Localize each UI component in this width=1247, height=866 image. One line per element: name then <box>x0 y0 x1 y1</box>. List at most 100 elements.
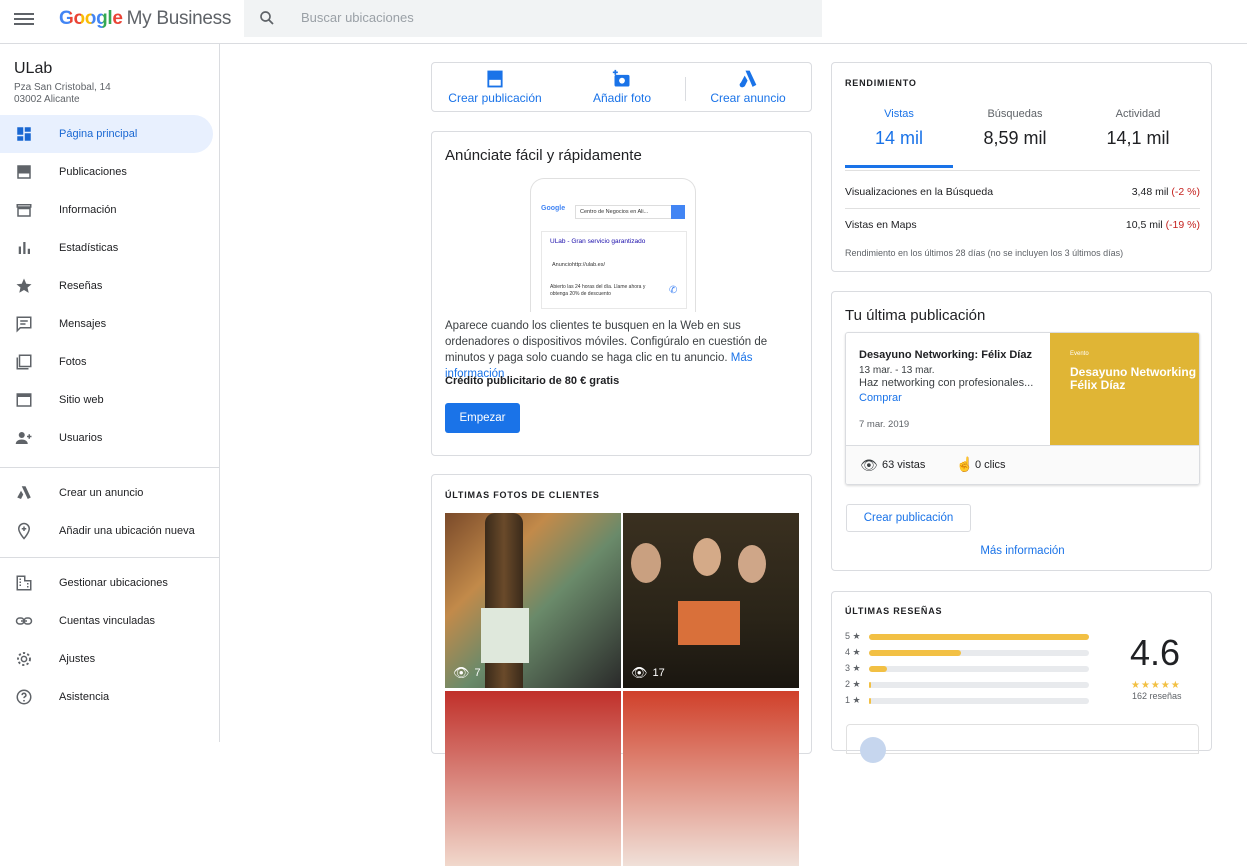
ad-body-text: Aparece cuando los clientes te busquen e… <box>445 320 768 364</box>
rating-bar-track <box>869 634 1089 640</box>
review-count: 162 reseñas <box>1132 691 1182 701</box>
search-input[interactable]: Buscar ubicaciones <box>301 10 414 25</box>
row-divider <box>845 208 1200 209</box>
rating-bar-fill <box>869 666 887 672</box>
hamburger-menu-icon[interactable] <box>14 10 34 30</box>
tab-value: 14 mil <box>874 128 923 148</box>
business-info: ULab Pza San Cristobal, 14 03002 Alicant… <box>14 60 111 106</box>
rating-bar-track <box>869 698 1089 704</box>
sidebar-item-stats[interactable]: Estadísticas <box>0 229 220 267</box>
sidebar-item-manage-locations[interactable]: Gestionar ubicaciones <box>0 564 220 602</box>
sidebar-item-users[interactable]: Usuarios <box>0 419 220 457</box>
stat-number: 3,48 mil <box>1131 186 1169 198</box>
sidebar-item-label: Publicaciones <box>59 166 127 178</box>
link-icon <box>15 617 33 625</box>
rating-bar-fill <box>869 634 1089 640</box>
post-image-title: Desayuno Networking Félix Díaz <box>1070 365 1197 392</box>
customer-photo[interactable] <box>623 691 799 866</box>
stat-value: 10,5 mil (-19 %) <box>1126 219 1200 231</box>
sidebar-item-label: Usuarios <box>59 432 103 444</box>
mock-search-box: Centro de Negocios en Ali... <box>575 205 675 219</box>
star-icon <box>16 278 32 293</box>
sidebar-item-info[interactable]: Información <box>0 191 220 229</box>
post-stats: 👁 63 vistas ☝ 0 clics <box>846 445 1199 484</box>
photo-person-shape <box>631 543 661 583</box>
sidebar-item-label: Crear un anuncio <box>59 487 144 499</box>
post-dates: 13 mar. - 13 mar. <box>859 365 935 376</box>
create-post-label: Crear publicación <box>448 91 542 105</box>
customer-photo[interactable]: 👁 17 <box>623 513 799 688</box>
stat-value: 3,48 mil (-2 %) <box>1132 186 1200 198</box>
create-post-button[interactable]: Crear publicación <box>846 504 971 532</box>
mock-url: http://ulab.es/ <box>572 262 606 268</box>
rating-bar-track <box>869 682 1089 688</box>
sidebar-item-home[interactable]: Página principal <box>0 115 213 153</box>
tab-searches[interactable]: Búsquedas 8,59 mil <box>961 108 1069 149</box>
add-user-icon <box>15 432 32 444</box>
app-logo[interactable]: Google My Business <box>59 8 231 30</box>
photos-card-title: ÚLTIMAS FOTOS DE CLIENTES <box>445 490 600 500</box>
last-post-title: Tu última publicación <box>845 307 986 324</box>
tab-activity[interactable]: Actividad 14,1 mil <box>1084 108 1192 149</box>
business-address-line2: 03002 Alicante <box>14 94 80 105</box>
tab-views[interactable]: Vistas 14 mil <box>845 108 953 149</box>
post-title: Desayuno Networking: Félix Díaz <box>859 349 1032 361</box>
customer-photo[interactable]: 👁 7 <box>445 513 621 688</box>
ad-promo-card: Anúnciate fácil y rápidamente Google Cen… <box>431 131 812 456</box>
rating-bar-track <box>869 650 1089 656</box>
post-icon <box>487 70 503 88</box>
tab-value: 8,59 mil <box>983 128 1047 148</box>
post-buy-link[interactable]: Comprar <box>859 392 902 404</box>
rating-bar-track <box>869 666 1089 672</box>
store-icon <box>16 204 32 217</box>
search-bar[interactable]: Buscar ubicaciones <box>244 0 822 37</box>
sidebar-item-label: Cuentas vinculadas <box>59 615 156 627</box>
sidebar-item-create-ad[interactable]: Crear un anuncio <box>0 474 220 512</box>
customer-photo[interactable] <box>445 691 621 866</box>
sidebar-item-posts[interactable]: Publicaciones <box>0 153 220 191</box>
rating-bar-fill <box>869 650 962 656</box>
tertiary-nav: Gestionar ubicaciones Cuentas vinculadas… <box>0 564 220 716</box>
customer-photos-card: ÚLTIMAS FOTOS DE CLIENTES 👁 7 👁 17 <box>431 474 812 866</box>
buildings-icon <box>16 575 32 591</box>
post-image-tag: Evento <box>1070 351 1089 357</box>
add-photo-button[interactable]: Añadir foto <box>562 69 682 105</box>
sidebar-item-messages[interactable]: Mensajes <box>0 305 220 343</box>
ad-card-title: Anúnciate fácil y rápidamente <box>445 147 642 164</box>
last-post-card: Tu última publicación Desayuno Networkin… <box>831 291 1212 571</box>
message-icon <box>16 316 32 333</box>
sidebar-item-reviews[interactable]: Reseñas <box>0 267 220 305</box>
sidebar-item-linked-accounts[interactable]: Cuentas vinculadas <box>0 602 220 640</box>
stat-label: Vistas en Maps <box>845 219 917 231</box>
create-ad-button[interactable]: Crear anuncio <box>688 69 808 105</box>
photo-views: 👁 7 <box>453 665 481 681</box>
rating-bar-label: 5 ★ <box>845 631 861 641</box>
google-ads-icon <box>739 70 757 88</box>
photo-certificate-shape <box>678 601 740 645</box>
create-post-button[interactable]: Crear publicación <box>435 69 555 105</box>
posts-icon <box>17 165 31 179</box>
photos-icon <box>16 354 32 370</box>
tab-label: Búsquedas <box>987 108 1043 120</box>
sidebar-item-label: Asistencia <box>59 691 110 703</box>
photo-views-count: 7 <box>474 667 481 679</box>
rating-bar-label: 3 ★ <box>845 663 861 673</box>
sidebar-item-website[interactable]: Sitio web <box>0 381 220 419</box>
dashboard-icon <box>17 127 31 141</box>
top-bar: Google My Business Buscar ubicaciones <box>0 0 1247 44</box>
avatar <box>860 737 886 763</box>
sidebar-item-add-location[interactable]: Añadir una ubicación nueva <box>0 512 220 550</box>
performance-card: RENDIMIENTO Vistas 14 mil Búsquedas 8,59… <box>831 62 1212 272</box>
photo-views: 👁 17 <box>631 665 665 681</box>
review-preview[interactable] <box>846 724 1199 763</box>
touch-icon: ☝ <box>956 456 974 472</box>
more-info-link[interactable]: Más información <box>832 545 1213 557</box>
quick-actions-card: Crear publicación Añadir foto Crear anun… <box>431 62 812 112</box>
stat-row-maps-views: Vistas en Maps 10,5 mil (-19 %) <box>845 219 1200 231</box>
sidebar-item-settings[interactable]: Ajustes <box>0 640 220 678</box>
start-button[interactable]: Empezar <box>445 403 520 433</box>
post-preview[interactable]: Desayuno Networking: Félix Díaz 13 mar. … <box>845 332 1200 485</box>
mock-google-logo: Google <box>541 205 566 212</box>
sidebar-item-photos[interactable]: Fotos <box>0 343 220 381</box>
sidebar-item-help[interactable]: Asistencia <box>0 678 220 716</box>
